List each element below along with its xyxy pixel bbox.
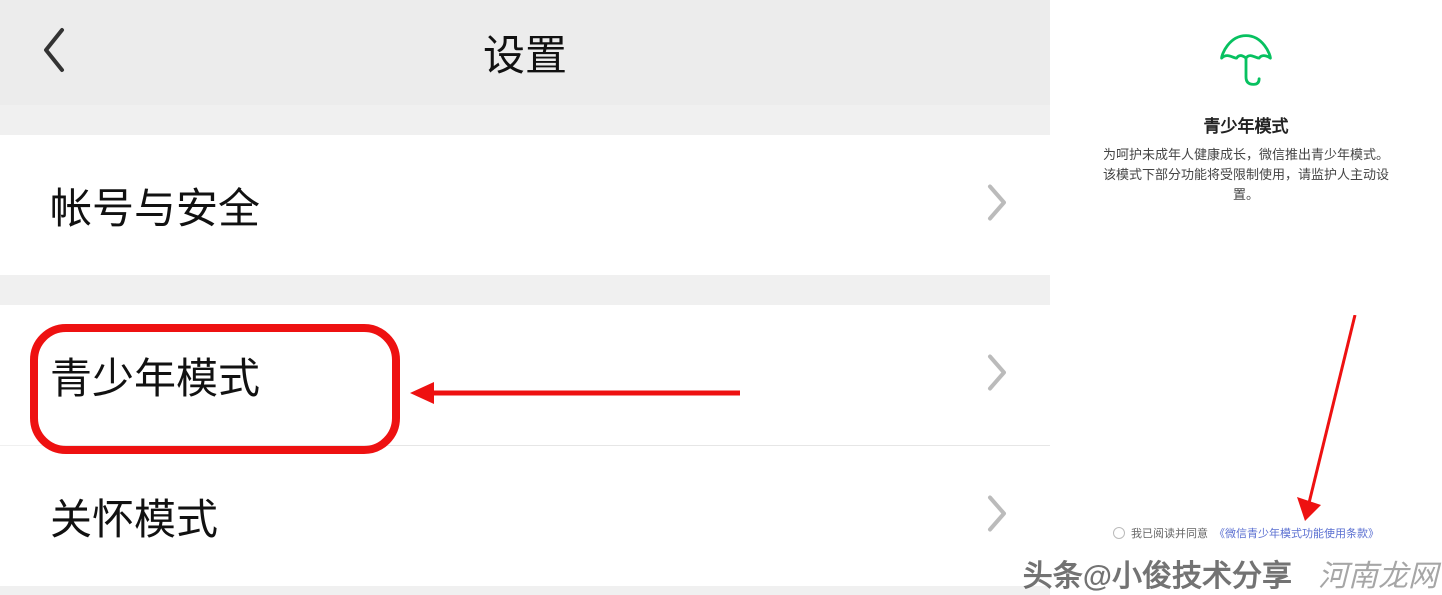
- chevron-left-icon: [40, 26, 68, 79]
- agree-terms-row: 我已阅读并同意 《微信青少年模式功能使用条款》: [1050, 525, 1442, 541]
- chevron-right-icon: [986, 353, 1008, 398]
- settings-row-label: 青少年模式: [50, 345, 260, 406]
- settings-row-label: 帐号与安全: [50, 175, 260, 236]
- settings-row-account-security[interactable]: 帐号与安全: [0, 135, 1050, 275]
- back-button[interactable]: [40, 0, 68, 105]
- chevron-right-icon: [986, 183, 1008, 228]
- settings-row-label: 关怀模式: [50, 486, 218, 547]
- chevron-right-icon: [986, 494, 1008, 539]
- section-gap: [0, 105, 1050, 135]
- youth-mode-description: 为呵护未成年人健康成长，微信推出青少年模式。该模式下部分功能将受限制使用，请监护…: [1100, 145, 1392, 205]
- settings-row-youth-mode[interactable]: 青少年模式: [0, 305, 1050, 445]
- youth-mode-title: 青少年模式: [1050, 112, 1442, 137]
- watermark-site: 河南龙网: [1318, 551, 1438, 595]
- section-gap: [0, 275, 1050, 305]
- watermark-author: 头条@小俊技术分享: [1023, 551, 1292, 595]
- settings-row-care-mode[interactable]: 关怀模式: [0, 446, 1050, 586]
- agree-prefix-text: 我已阅读并同意: [1131, 525, 1208, 541]
- settings-header: 设置: [0, 0, 1050, 105]
- youth-mode-panel: 青少年模式 为呵护未成年人健康成长，微信推出青少年模式。该模式下部分功能将受限制…: [1050, 0, 1442, 595]
- page-title: 设置: [483, 22, 567, 83]
- umbrella-icon: [1050, 30, 1442, 90]
- agree-terms-link[interactable]: 《微信青少年模式功能使用条款》: [1214, 525, 1379, 541]
- settings-panel: 设置 帐号与安全 青少年模式 关怀模式: [0, 0, 1050, 595]
- agree-checkbox[interactable]: [1113, 527, 1125, 539]
